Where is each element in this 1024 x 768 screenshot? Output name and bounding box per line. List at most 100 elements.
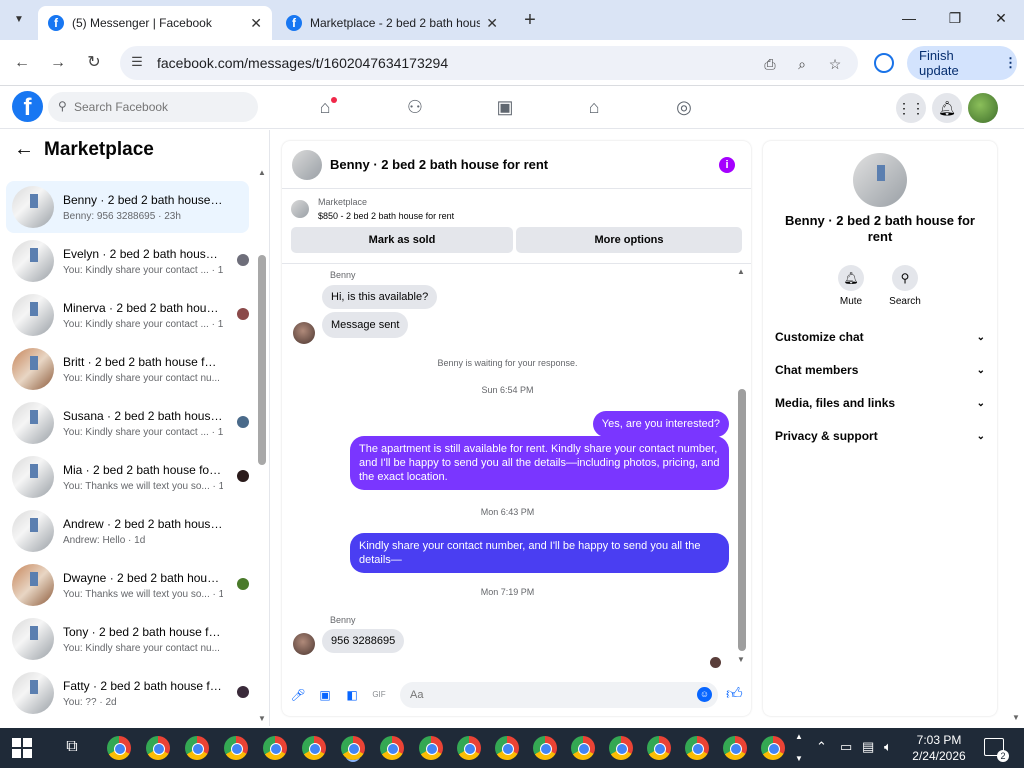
more-options-button[interactable]: More options [516, 227, 742, 253]
zoom-icon[interactable]: ⌕ [792, 54, 812, 74]
tab-marketplace[interactable]: f Marketplace - 2 bed 2 bath house ✕ [276, 6, 508, 40]
mute-action[interactable]: 🔔︎ Mute [831, 265, 871, 307]
url-text[interactable]: facebook.com/messages/t/1602047634173294 [157, 55, 448, 71]
message-input[interactable] [400, 682, 718, 708]
scroll-down-arrow-icon[interactable]: ▼ [1012, 713, 1020, 722]
thread-fatty[interactable]: Fatty · 2 bed 2 bath house fo... You: ?? … [6, 667, 249, 719]
chrome-taskbar-icon[interactable] [571, 736, 595, 760]
back-button[interactable]: ← [11, 52, 33, 74]
emoji-icon[interactable]: ☺ [697, 687, 712, 702]
thread-benny[interactable]: Benny · 2 bed 2 bath house for ... Benny:… [6, 181, 249, 233]
sticker-icon[interactable]: ◧ [344, 687, 360, 703]
chrome-taskbar-icon[interactable] [419, 736, 443, 760]
chrome-taskbar-icon[interactable] [380, 736, 404, 760]
finish-update-button[interactable]: Finish update ⋮ [907, 46, 1017, 80]
new-tab-button[interactable]: + [518, 9, 542, 32]
volume-icon[interactable]: 🔈︎ [884, 739, 892, 755]
taskbar-scroll-down-icon[interactable]: ▼ [795, 754, 803, 763]
meet-now-icon[interactable]: ▭ [840, 739, 852, 755]
customize-chat-section[interactable]: Customize chat ⌄ [775, 327, 985, 347]
privacy-support-section[interactable]: Privacy & support ⌄ [775, 426, 985, 446]
listing-title[interactable]: $850 - 2 bed 2 bath house for rent [318, 211, 454, 221]
thumbs-up-icon[interactable]: 👍︎ [726, 685, 743, 704]
watch-icon[interactable]: ▣ [492, 95, 518, 119]
sidebar-scrollbar[interactable] [258, 255, 266, 465]
chrome-taskbar-icon[interactable] [609, 736, 633, 760]
chrome-taskbar-icon[interactable] [685, 736, 709, 760]
thread-tony[interactable]: Tony · 2 bed 2 bath house for r... You: K… [6, 613, 249, 665]
address-bar[interactable]: ☰ facebook.com/messages/t/16020476341732… [120, 46, 858, 80]
chat-title[interactable]: Benny · 2 bed 2 bath house for rent [330, 157, 548, 172]
chrome-taskbar-icon[interactable] [107, 736, 131, 760]
chrome-taskbar-icon[interactable] [224, 736, 248, 760]
network-icon[interactable]: ▤ [862, 739, 874, 755]
scroll-up-arrow-icon[interactable]: ▲ [737, 267, 745, 276]
scroll-down-arrow-icon[interactable]: ▼ [737, 655, 745, 664]
tab-search-button[interactable]: ▼ [8, 8, 30, 30]
chrome-taskbar-icon[interactable] [341, 736, 365, 760]
scroll-up-arrow-icon[interactable]: ▲ [258, 168, 266, 177]
menu-grid-icon[interactable]: ⋮⋮ [896, 93, 926, 123]
chrome-taskbar-icon[interactable] [647, 736, 671, 760]
search-input[interactable] [74, 92, 252, 122]
tab-messenger[interactable]: f (5) Messenger | Facebook ✕ [38, 6, 272, 40]
chrome-taskbar-icon[interactable] [723, 736, 747, 760]
notifications-icon[interactable]: 2 [984, 738, 1009, 762]
close-tab-icon[interactable]: ✕ [250, 15, 262, 32]
chrome-taskbar-icon[interactable] [146, 736, 170, 760]
microphone-icon[interactable]: 🎤︎ [290, 687, 306, 703]
profile-icon[interactable] [874, 53, 894, 73]
photo-icon[interactable]: ▣ [317, 687, 333, 703]
search-action[interactable]: ⚲ Search [885, 265, 925, 307]
chrome-taskbar-icon[interactable] [457, 736, 481, 760]
restore-icon[interactable]: ❐ [940, 10, 970, 27]
windows-start-icon[interactable] [12, 738, 32, 758]
thread-dwayne[interactable]: Dwayne · 2 bed 2 bath house... You: Thank… [6, 559, 249, 611]
mark-as-sold-button[interactable]: Mark as sold [291, 227, 513, 253]
info-icon[interactable]: i [719, 157, 735, 173]
close-window-icon[interactable]: ✕ [986, 10, 1016, 27]
thread-minerva[interactable]: Minerva · 2 bed 2 bath house... You: Kind… [6, 289, 249, 341]
system-clock[interactable]: 7:03 PM 2/24/2026 [900, 732, 978, 764]
chevron-down-icon: ⌄ [976, 331, 985, 343]
facebook-search[interactable]: ⚲ [48, 92, 258, 122]
reload-button[interactable]: ↻ [83, 52, 105, 74]
chrome-taskbar-icon[interactable] [185, 736, 209, 760]
media-files-links-section[interactable]: Media, files and links ⌄ [775, 393, 985, 413]
chrome-taskbar-icon[interactable] [495, 736, 519, 760]
chrome-taskbar-icon[interactable] [302, 736, 326, 760]
chat-members-section[interactable]: Chat members ⌄ [775, 360, 985, 380]
chrome-taskbar-icon[interactable] [761, 736, 785, 760]
install-app-icon[interactable]: ⎙ [760, 54, 780, 74]
thread-mia[interactable]: Mia · 2 bed 2 bath house for ... You: Tha… [6, 451, 249, 503]
task-view-icon[interactable]: ⧉ [62, 738, 82, 758]
show-hidden-icons-icon[interactable]: ⌃ [816, 739, 827, 755]
thread-evelyn[interactable]: Evelyn · 2 bed 2 bath house f... You: Kin… [6, 235, 249, 287]
marketplace-icon[interactable]: ⌂ [581, 95, 607, 119]
back-arrow-icon[interactable]: ← [14, 138, 34, 161]
sender-avatar[interactable] [293, 322, 315, 344]
friends-icon[interactable]: ⚇ [402, 95, 428, 119]
chat-thumbnail[interactable] [292, 149, 322, 180]
gif-icon[interactable]: GIF [371, 687, 387, 703]
chat-scrollbar[interactable] [738, 389, 746, 651]
thread-britt[interactable]: Britt · 2 bed 2 bath house for rent You: … [6, 343, 249, 395]
groups-icon[interactable]: ◎ [671, 95, 697, 119]
close-tab-icon[interactable]: ✕ [486, 15, 498, 32]
site-info-icon[interactable]: ☰ [128, 54, 146, 72]
forward-button[interactable]: → [47, 52, 69, 74]
sender-avatar[interactable] [293, 633, 315, 655]
facebook-logo-icon[interactable]: f [12, 91, 43, 122]
scroll-down-arrow-icon[interactable]: ▼ [258, 714, 266, 723]
listing-thumbnail[interactable] [853, 153, 907, 207]
chrome-taskbar-icon[interactable] [533, 736, 557, 760]
minimize-icon[interactable]: — [894, 10, 924, 26]
taskbar-scroll-up-icon[interactable]: ▲ [795, 732, 803, 741]
listing-thumbnail[interactable] [291, 200, 309, 218]
account-avatar[interactable] [968, 93, 998, 123]
bookmark-star-icon[interactable]: ☆ [825, 54, 845, 74]
notifications-bell-icon[interactable]: 🔔︎ [932, 93, 962, 123]
thread-andrew[interactable]: Andrew · 2 bed 2 bath house fo... Andrew:… [6, 505, 249, 557]
thread-susana[interactable]: Susana · 2 bed 2 bath house ... You: Kind… [6, 397, 249, 449]
chrome-taskbar-icon[interactable] [263, 736, 287, 760]
